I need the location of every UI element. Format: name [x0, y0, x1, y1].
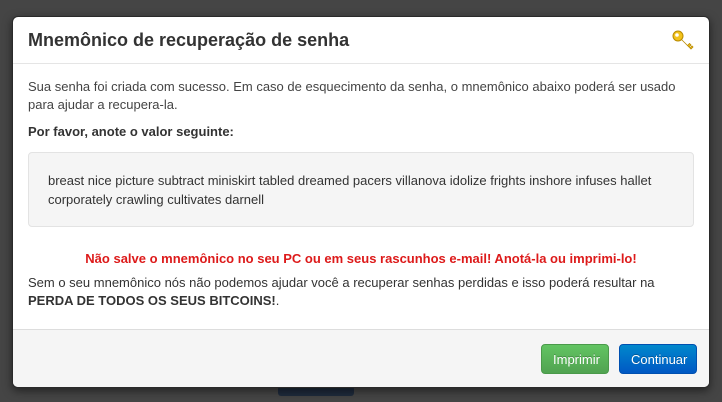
continue-button[interactable]: Continuar [619, 344, 697, 374]
closing-text-end: . [275, 293, 280, 308]
print-button[interactable]: Imprimir [541, 344, 609, 374]
closing-emphasis: PERDA DE TODOS OS SEUS BITCOINS! [28, 293, 276, 308]
instruction-text: Por favor, anote o valor seguinte: [28, 124, 234, 139]
dialog-body: Sua senha foi criada com sucesso. Em cas… [13, 64, 709, 310]
closing-text-main: Sem o seu mnemônico nós não podemos ajud… [28, 275, 655, 290]
dialog-header: Mnemônico de recuperação de senha [13, 17, 709, 64]
dialog-footer: Imprimir Continuar [13, 329, 709, 387]
warning-text: Não salve o mnemônico no seu PC ou em se… [85, 251, 637, 266]
dialog-title: Mnemônico de recuperação de senha [28, 30, 350, 50]
mnemonic-phrase: breast nice picture subtract miniskirt t… [28, 152, 694, 227]
closing-text: Sem o seu mnemônico nós não podemos ajud… [28, 274, 694, 310]
intro-text: Sua senha foi criada com sucesso. Em cas… [28, 79, 676, 112]
recovery-mnemonic-dialog: Mnemônico de recuperação de senha Sua se… [12, 16, 710, 388]
key-icon [671, 29, 695, 53]
